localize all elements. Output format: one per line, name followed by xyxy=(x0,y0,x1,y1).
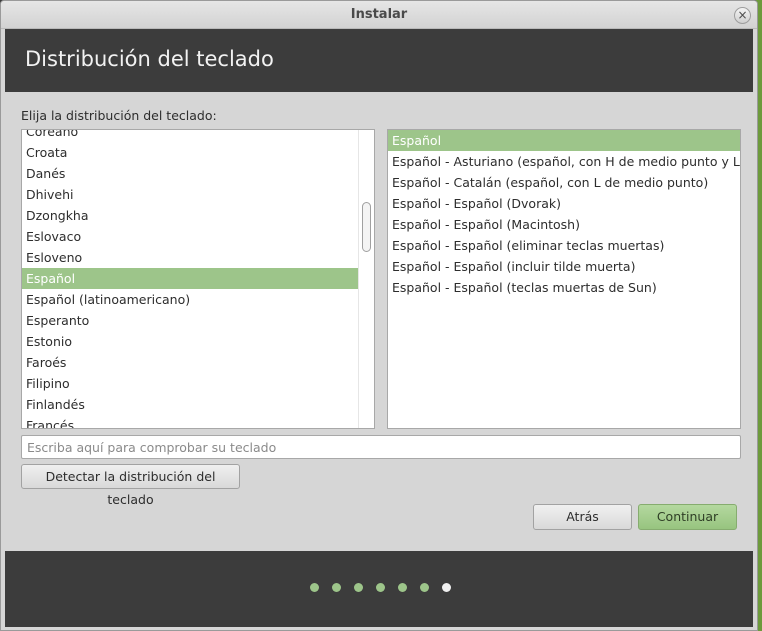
layout-list[interactable]: Coreano Croata Danés Dhivehi Dzongkha Eslovac… xyxy=(21,129,375,429)
progress-dot xyxy=(354,583,363,592)
progress-dot xyxy=(398,583,407,592)
variant-list-item[interactable]: Español - Asturiano (español, con H de m… xyxy=(388,151,740,172)
variant-list-item[interactable]: Español - Catalán (español, con L de med… xyxy=(388,172,740,193)
progress-dot xyxy=(420,583,429,592)
layout-list-item[interactable]: Faroés xyxy=(22,352,360,373)
layout-list-item[interactable]: Español (latinoamericano) xyxy=(22,289,360,310)
layout-list-item[interactable]: Finlandés xyxy=(22,394,360,415)
close-icon[interactable]: × xyxy=(734,7,751,24)
progress-dot xyxy=(376,583,385,592)
layout-list-item[interactable]: Esperanto xyxy=(22,310,360,331)
layout-list-item[interactable]: Francés xyxy=(22,415,360,428)
installer-window: Instalar × Distribución del teclado Elij… xyxy=(0,0,758,631)
footer-band xyxy=(5,551,753,627)
keyboard-test-input[interactable] xyxy=(21,435,741,459)
variant-list-item[interactable]: Español - Español (Dvorak) xyxy=(388,193,740,214)
title-bar[interactable]: Instalar × xyxy=(1,1,757,29)
layout-list-items: Coreano Croata Danés Dhivehi Dzongkha Eslovac… xyxy=(22,130,360,428)
layout-list-item[interactable]: Dhivehi xyxy=(22,184,360,205)
header-band: Distribución del teclado xyxy=(5,29,753,92)
back-button[interactable]: Atrás xyxy=(533,504,632,530)
variant-list-item[interactable]: Español - Español (Macintosh) xyxy=(388,214,740,235)
layout-prompt-label: Elija la distribución del teclado: xyxy=(21,108,217,123)
layout-list-item[interactable]: Esloveno xyxy=(22,247,360,268)
detect-layout-button[interactable]: Detectar la distribución del teclado xyxy=(21,464,240,507)
window-title: Instalar xyxy=(350,7,408,22)
variant-list-item[interactable]: Español - Español (teclas muertas de Sun… xyxy=(388,277,740,298)
layout-list-item[interactable]: Español xyxy=(22,268,360,289)
page-title: Distribución del teclado xyxy=(25,47,274,71)
layout-list-item[interactable]: Eslovaco xyxy=(22,226,360,247)
layout-list-item[interactable]: Filipino xyxy=(22,373,360,394)
variant-list-items: Español Español - Asturiano (español, con… xyxy=(388,130,740,298)
layout-list-scrollbar[interactable] xyxy=(358,130,374,428)
continue-button[interactable]: Continuar xyxy=(638,504,737,530)
variant-list-item[interactable]: Español - Español (incluir tilde muerta) xyxy=(388,256,740,277)
variant-list-item[interactable]: Español - Español (eliminar teclas muert… xyxy=(388,235,740,256)
layout-list-item[interactable]: Coreano xyxy=(22,130,360,142)
layout-list-item[interactable]: Estonio xyxy=(22,331,360,352)
scrollbar-thumb[interactable] xyxy=(362,202,371,252)
progress-dot xyxy=(310,583,319,592)
variant-list-item[interactable]: Español xyxy=(388,130,740,151)
content-area: Elija la distribución del teclado: Corea… xyxy=(5,92,753,551)
layout-list-item[interactable]: Croata xyxy=(22,142,360,163)
progress-dot xyxy=(332,583,341,592)
variant-list[interactable]: Español Español - Asturiano (español, con… xyxy=(387,129,741,429)
layout-list-item[interactable]: Danés xyxy=(22,163,360,184)
layout-list-item[interactable]: Dzongkha xyxy=(22,205,360,226)
progress-dot-current xyxy=(442,583,451,592)
